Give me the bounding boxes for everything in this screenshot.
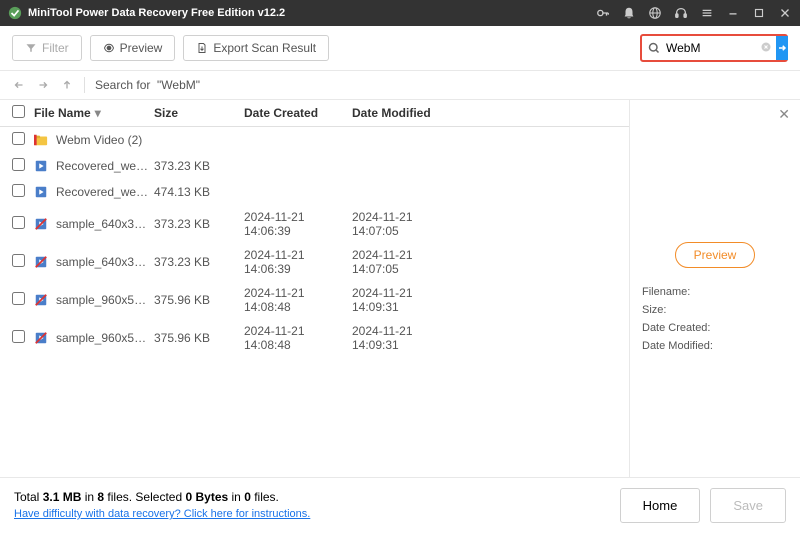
table-row[interactable]: sample_640x360...373.23 KB2024-11-21 14:…	[0, 205, 629, 243]
table-row[interactable]: Recovered_webm...474.13 KB	[0, 179, 629, 205]
file-type-icon	[34, 133, 48, 147]
filter-label: Filter	[42, 41, 69, 55]
file-created: 2024-11-21 14:08:48	[244, 324, 352, 352]
close-icon[interactable]	[778, 6, 792, 20]
column-modified[interactable]: Date Modified	[352, 106, 460, 120]
row-checkbox[interactable]	[12, 132, 25, 145]
home-button[interactable]: Home	[620, 488, 701, 523]
save-button[interactable]: Save	[710, 488, 786, 523]
list-header: File Name ▾ Size Date Created Date Modif…	[0, 100, 629, 127]
file-modified: 2024-11-21 14:09:31	[352, 286, 460, 314]
file-size: 474.13 KB	[154, 185, 244, 199]
row-checkbox[interactable]	[12, 158, 25, 171]
file-modified: 2024-11-21 14:07:05	[352, 248, 460, 276]
file-size: 375.96 KB	[154, 331, 244, 345]
file-created: 2024-11-21 14:06:39	[244, 210, 352, 238]
row-checkbox[interactable]	[12, 330, 25, 343]
footer: Total 3.1 MB in 8 files. Selected 0 Byte…	[0, 477, 800, 533]
preview-button[interactable]: Preview	[90, 35, 176, 61]
table-row[interactable]: Recovered_webm...373.23 KB	[0, 153, 629, 179]
file-name: Recovered_webm...	[56, 159, 152, 173]
table-row[interactable]: Webm Video (2)	[0, 127, 629, 153]
export-button[interactable]: Export Scan Result	[183, 35, 329, 61]
clear-search-icon[interactable]	[756, 41, 776, 56]
row-checkbox[interactable]	[12, 216, 25, 229]
file-type-icon	[34, 255, 48, 269]
file-type-icon	[34, 185, 48, 199]
file-size: 373.23 KB	[154, 217, 244, 231]
file-name: sample_960x540...	[56, 293, 152, 307]
key-icon[interactable]	[596, 6, 610, 20]
file-size: 373.23 KB	[154, 159, 244, 173]
table-row[interactable]: sample_640x360...373.23 KB2024-11-21 14:…	[0, 243, 629, 281]
file-type-icon	[34, 217, 48, 231]
file-modified: 2024-11-21 14:07:05	[352, 210, 460, 238]
column-name[interactable]: File Name ▾	[34, 106, 154, 120]
row-checkbox[interactable]	[12, 254, 25, 267]
titlebar: MiniTool Power Data Recovery Free Editio…	[0, 0, 800, 26]
meta-modified: Date Modified:	[642, 340, 788, 352]
export-icon	[196, 42, 208, 54]
sort-icon: ▾	[95, 106, 101, 120]
search-input[interactable]	[666, 41, 756, 55]
file-name: Webm Video (2)	[56, 133, 152, 147]
search-icon	[642, 42, 666, 54]
file-created: 2024-11-21 14:08:48	[244, 286, 352, 314]
preview-file-button[interactable]: Preview	[675, 242, 756, 268]
maximize-icon[interactable]	[752, 6, 766, 20]
table-row[interactable]: sample_960x540...375.96 KB2024-11-21 14:…	[0, 319, 629, 357]
filter-icon	[25, 42, 37, 54]
breadcrumb-bar: Search for "WebM"	[0, 71, 800, 100]
meta-filename: Filename:	[642, 286, 788, 298]
select-all-checkbox[interactable]	[12, 105, 25, 118]
help-link[interactable]: Have difficulty with data recovery? Clic…	[14, 508, 310, 520]
row-checkbox[interactable]	[12, 292, 25, 305]
column-created[interactable]: Date Created	[244, 106, 352, 120]
table-row[interactable]: sample_960x540...375.96 KB2024-11-21 14:…	[0, 281, 629, 319]
preview-label: Preview	[120, 41, 163, 55]
file-name: sample_960x540...	[56, 331, 152, 345]
preview-panel: ✕ Preview Filename: Size: Date Created: …	[630, 100, 800, 477]
back-icon[interactable]	[12, 78, 26, 92]
file-created: 2024-11-21 14:06:39	[244, 248, 352, 276]
meta-created: Date Created:	[642, 322, 788, 334]
eye-icon	[103, 42, 115, 54]
meta-size: Size:	[642, 304, 788, 316]
file-list: File Name ▾ Size Date Created Date Modif…	[0, 100, 630, 477]
column-size[interactable]: Size	[154, 106, 244, 120]
footer-text: Total 3.1 MB in 8 files. Selected 0 Byte…	[14, 489, 610, 522]
file-name: Recovered_webm...	[56, 185, 152, 199]
file-type-icon	[34, 159, 48, 173]
file-size: 373.23 KB	[154, 255, 244, 269]
file-modified: 2024-11-21 14:09:31	[352, 324, 460, 352]
search-box	[640, 34, 788, 62]
close-preview-icon[interactable]: ✕	[778, 106, 790, 123]
filter-button[interactable]: Filter	[12, 35, 82, 61]
export-label: Export Scan Result	[213, 41, 316, 55]
menu-icon[interactable]	[700, 6, 714, 20]
toolbar: Filter Preview Export Scan Result	[0, 26, 800, 71]
globe-icon[interactable]	[648, 6, 662, 20]
app-logo-icon	[8, 6, 22, 20]
search-path: Search for "WebM"	[95, 78, 200, 92]
app-title: MiniTool Power Data Recovery Free Editio…	[28, 7, 596, 19]
search-go-button[interactable]	[776, 36, 788, 60]
forward-icon[interactable]	[36, 78, 50, 92]
row-checkbox[interactable]	[12, 184, 25, 197]
minimize-icon[interactable]	[726, 6, 740, 20]
file-name: sample_640x360...	[56, 255, 152, 269]
file-type-icon	[34, 331, 48, 345]
file-type-icon	[34, 293, 48, 307]
up-icon[interactable]	[60, 78, 74, 92]
headphones-icon[interactable]	[674, 6, 688, 20]
file-name: sample_640x360...	[56, 217, 152, 231]
bell-icon[interactable]	[622, 6, 636, 20]
file-size: 375.96 KB	[154, 293, 244, 307]
